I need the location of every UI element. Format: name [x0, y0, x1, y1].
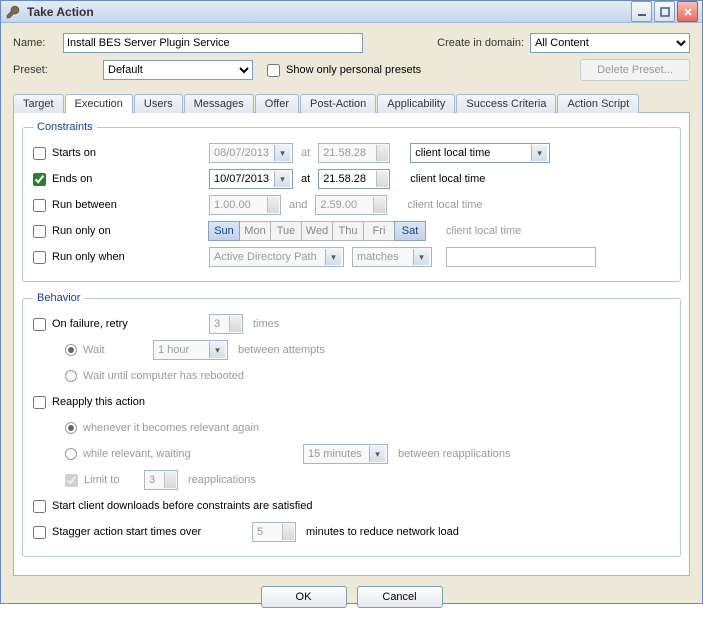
run-when-op: matches — [352, 247, 432, 267]
run-when-source: Active Directory Path — [209, 247, 344, 267]
constraints-group: Constraints Starts on 08/07/2013 at 21.5… — [22, 121, 681, 282]
show-personal-checkbox[interactable] — [267, 64, 280, 77]
wait-reboot-label: Wait until computer has rebooted — [83, 370, 244, 382]
ends-date-picker[interactable]: 10/07/2013 — [209, 169, 293, 189]
stagger-minutes: 5 — [252, 522, 296, 542]
stagger-tail-label: minutes to reduce network load — [306, 526, 459, 538]
behavior-legend: Behavior — [33, 292, 84, 304]
reapplications-label: reapplications — [188, 474, 256, 486]
whenever-label: whenever it becomes relevant again — [83, 422, 259, 434]
maximize-button[interactable] — [654, 1, 675, 22]
tab-post-action[interactable]: Post-Action — [300, 94, 376, 113]
cancel-button[interactable]: Cancel — [357, 586, 443, 608]
day-sat[interactable]: Sat — [394, 221, 426, 241]
ends-on-checkbox[interactable] — [33, 173, 46, 186]
titlebar: Take Action — [1, 1, 702, 23]
constraints-legend: Constraints — [33, 121, 97, 133]
run-between-label: Run between — [52, 199, 117, 211]
tab-execution[interactable]: Execution — [65, 94, 133, 113]
domain-label: Create in domain: — [437, 37, 524, 49]
run-only-on-label: Run only on — [52, 225, 111, 237]
dialog-buttons: OK Cancel — [13, 576, 690, 616]
ends-on-label: Ends on — [52, 173, 92, 185]
minimize-button[interactable] — [631, 1, 652, 22]
tab-target[interactable]: Target — [13, 94, 64, 113]
domain-select[interactable]: All Content — [530, 33, 690, 53]
day-tue[interactable]: Tue — [270, 221, 302, 241]
between-reapp-label: between reapplications — [398, 448, 511, 460]
run-between-tz: client local time — [407, 199, 482, 211]
wrench-icon — [5, 4, 21, 20]
on-failure-checkbox[interactable] — [33, 318, 46, 331]
run-between-to: 2.59.00 — [315, 195, 387, 215]
delete-preset-button: Delete Preset... — [580, 59, 690, 81]
limit-to-label: Limit to — [84, 474, 144, 486]
whenever-radio — [65, 422, 77, 434]
retry-count: 3 — [209, 314, 243, 334]
wait-radio — [65, 344, 77, 356]
ends-time-input[interactable]: 21.58.28 — [318, 169, 390, 189]
take-action-window: Take Action Name: Create in domain: All … — [0, 0, 703, 604]
reapply-label: Reapply this action — [52, 396, 145, 408]
stagger-label: Stagger action start times over — [52, 526, 252, 538]
run-only-when-checkbox[interactable] — [33, 251, 46, 264]
starts-time-input: 21.58.28 — [318, 143, 390, 163]
behavior-group: Behavior On failure, retry 3 times Wait … — [22, 292, 681, 557]
starts-at-label: at — [301, 147, 310, 159]
day-fri[interactable]: Fri — [363, 221, 395, 241]
run-only-when-label: Run only when — [52, 251, 125, 263]
day-buttons: Sun Mon Tue Wed Thu Fri Sat — [209, 221, 426, 241]
starts-on-label: Starts on — [52, 147, 96, 159]
wait-label: Wait — [83, 344, 153, 356]
ends-tz-label: client local time — [410, 173, 485, 185]
between-attempts-label: between attempts — [238, 344, 325, 356]
wait-duration: 1 hour — [153, 340, 228, 360]
times-label: times — [253, 318, 279, 330]
start-downloads-checkbox[interactable] — [33, 500, 46, 513]
ok-button[interactable]: OK — [261, 586, 347, 608]
preset-label: Preset: — [13, 64, 103, 76]
day-wed[interactable]: Wed — [301, 221, 333, 241]
run-only-on-checkbox[interactable] — [33, 225, 46, 238]
limit-count: 3 — [144, 470, 178, 490]
while-relevant-radio — [65, 448, 77, 460]
execution-panel: Constraints Starts on 08/07/2013 at 21.5… — [13, 112, 690, 576]
run-between-from: 1.00.00 — [209, 195, 281, 215]
window-title: Take Action — [27, 5, 631, 19]
while-relevant-label: while relevant, waiting — [83, 448, 213, 460]
tabstrip: Target Execution Users Messages Offer Po… — [13, 93, 690, 112]
wait-reboot-radio — [65, 370, 77, 382]
limit-to-checkbox — [65, 474, 78, 487]
tab-users[interactable]: Users — [134, 94, 183, 113]
while-duration: 15 minutes — [303, 444, 388, 464]
start-downloads-label: Start client downloads before constraint… — [52, 500, 312, 512]
day-thu[interactable]: Thu — [332, 221, 364, 241]
stagger-checkbox[interactable] — [33, 526, 46, 539]
run-between-checkbox[interactable] — [33, 199, 46, 212]
run-when-value — [446, 247, 596, 267]
tab-success-criteria[interactable]: Success Criteria — [456, 94, 556, 113]
tab-action-script[interactable]: Action Script — [557, 94, 639, 113]
ends-at-label: at — [301, 173, 310, 185]
show-personal-row[interactable]: Show only personal presets — [267, 64, 421, 77]
on-failure-label: On failure, retry — [52, 318, 128, 330]
day-mon[interactable]: Mon — [239, 221, 271, 241]
name-label: Name: — [13, 37, 63, 49]
show-personal-label: Show only personal presets — [286, 64, 421, 76]
tab-offer[interactable]: Offer — [255, 94, 299, 113]
reapply-checkbox[interactable] — [33, 396, 46, 409]
run-between-and: and — [289, 199, 307, 211]
day-sun[interactable]: Sun — [208, 221, 240, 241]
starts-tz-select[interactable]: client local time — [410, 143, 550, 163]
tab-messages[interactable]: Messages — [184, 94, 254, 113]
name-input[interactable] — [63, 33, 363, 53]
days-tz-label: client local time — [446, 225, 521, 237]
close-button[interactable] — [677, 1, 698, 22]
starts-on-checkbox[interactable] — [33, 147, 46, 160]
tab-applicability[interactable]: Applicability — [377, 94, 455, 113]
starts-date-picker: 08/07/2013 — [209, 143, 293, 163]
preset-select[interactable]: Default — [103, 60, 253, 80]
